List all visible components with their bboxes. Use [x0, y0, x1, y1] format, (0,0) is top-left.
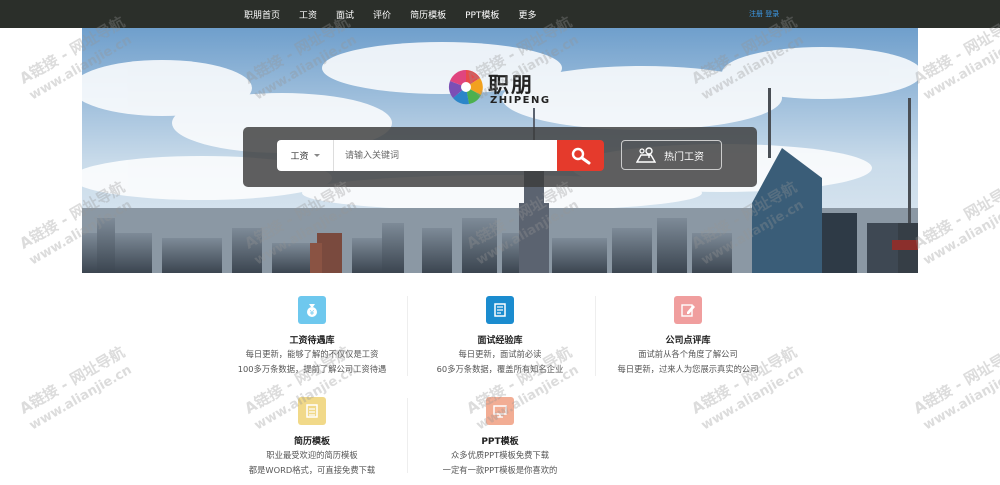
feature-desc: 60多万条数据，覆盖所有知名企业: [436, 364, 564, 374]
presentation-icon: [486, 397, 514, 425]
auth-links: 注册 登录: [749, 9, 779, 19]
site-logo[interactable]: 职朋 ZHIPENG: [447, 68, 557, 108]
document-icon: [298, 397, 326, 425]
feature-desc: 面试前从各个角度了解公司: [638, 349, 738, 359]
search-type-select[interactable]: 工资: [277, 140, 333, 171]
money-bag-icon: ¥: [298, 296, 326, 324]
watermark: A链接 - 网址导航 www.alianjie.cn: [910, 177, 1000, 269]
nav-item-interview[interactable]: 面试: [336, 8, 354, 21]
nav-item-ppt[interactable]: PPT模板: [465, 8, 499, 21]
search-button[interactable]: [557, 140, 604, 171]
feature-desc: 一定有一款PPT模板是你喜欢的: [442, 465, 558, 475]
search-panel: 工资 热门工资: [243, 127, 757, 187]
login-link[interactable]: 登录: [765, 10, 779, 18]
map-location-icon: [636, 147, 656, 163]
hot-salary-label: 热门工资: [664, 151, 704, 163]
feature-desc: 职业最受欢迎的简历模板: [266, 450, 358, 460]
hot-salary-button[interactable]: 热门工资: [621, 140, 722, 170]
nav-item-resume[interactable]: 简历模板: [410, 8, 446, 21]
nav-item-review[interactable]: 评价: [373, 8, 391, 21]
feature-desc: 每日更新，能够了解的不仅仅是工资: [245, 349, 379, 359]
feature-title: 工资待遇库: [289, 336, 335, 346]
feature-desc: 每日更新，面试前必读: [458, 349, 542, 359]
feature-title: 公司点评库: [665, 336, 711, 346]
pinwheel-logo-icon: [448, 69, 483, 105]
feature-desc: 都是WORD格式，可直接免费下载: [248, 465, 376, 475]
top-nav-bar: 职朋首页 工资 面试 评价 简历模板 PPT模板 更多 注册 登录: [0, 0, 1000, 28]
hero-banner: 职朋 ZHIPENG 工资 热门工资: [82, 28, 918, 273]
feature-desc: 100多万条数据，提前了解公司工资待遇: [237, 364, 387, 374]
book-icon: [486, 296, 514, 324]
search-type-label: 工资: [290, 152, 309, 162]
search-input[interactable]: [333, 140, 557, 171]
feature-title: 面试经验库: [477, 336, 523, 346]
watermark: A链接 - 网址导航 www.alianjie.cn: [910, 342, 1000, 434]
feature-desc: 众多优质PPT模板免费下载: [450, 450, 550, 460]
feature-desc: 每日更新，过来人为您展示真实的公司: [617, 364, 759, 374]
nav-item-home[interactable]: 职朋首页: [244, 8, 280, 21]
chevron-down-icon: [313, 154, 320, 157]
nav-item-salary[interactable]: 工资: [299, 8, 317, 21]
logo-subtitle: ZHIPENG: [490, 95, 551, 106]
search-icon: [571, 147, 590, 164]
svg-text:¥: ¥: [310, 309, 315, 317]
watermark: A链接 - 网址导航 www.alianjie.cn: [16, 342, 135, 434]
register-link[interactable]: 注册: [749, 10, 763, 18]
feature-title: PPT模板: [481, 437, 519, 447]
nav-item-more[interactable]: 更多: [518, 8, 536, 21]
feature-title: 简历模板: [293, 437, 330, 447]
edit-icon: [674, 296, 702, 324]
main-nav: 职朋首页 工资 面试 评价 简历模板 PPT模板 更多: [244, 0, 555, 28]
